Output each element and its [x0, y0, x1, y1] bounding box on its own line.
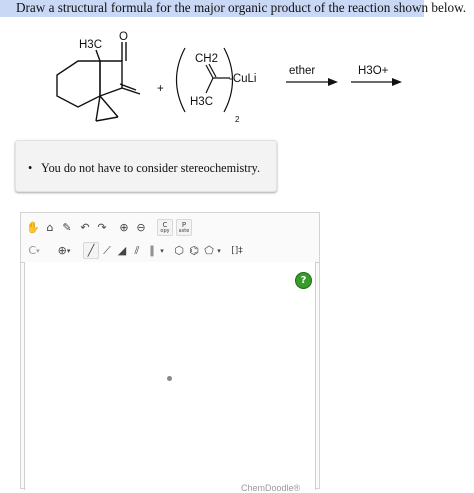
redo-icon[interactable]: ↷ [94, 219, 110, 236]
benzene-icon[interactable]: ⌬ [186, 242, 202, 259]
paste-sub-label: aste [178, 227, 190, 234]
undo-icon[interactable]: ↶ [77, 219, 93, 236]
cuprate-methyl-label: H3C [190, 96, 213, 108]
reaction-arrow-1 [286, 78, 338, 86]
ketone-oxygen-label: O [119, 31, 128, 43]
ketone-substrate [56, 42, 141, 122]
ring-menu-chevron-icon[interactable]: ▾ [214, 242, 224, 259]
reaction-scheme: H3C O + CH2 -CuLi H3C 2 ether H3O+ [56, 31, 402, 124]
editor-toolbar-top: ✋ ⌂ ✎ ↶ ↷ ⊕ ⊖ C opy P aste [21, 217, 319, 239]
brand-label: ChemDoodle® [241, 483, 301, 493]
wedge-bond-icon[interactable]: ⟋ [99, 242, 115, 259]
cyclohexane-icon[interactable]: ⬡ [171, 242, 187, 259]
step1-reagent-label: ether [289, 65, 315, 77]
paste-button[interactable]: P aste [176, 219, 192, 236]
lasso-icon[interactable]: ⌂ [42, 219, 58, 236]
eraser-icon[interactable]: ✎ [59, 219, 75, 236]
bond-menu-chevron-icon[interactable]: ▾ [157, 242, 167, 259]
chemdoodle-editor: ✋ ⌂ ✎ ↶ ↷ ⊕ ⊖ C opy P aste C ▾ ⊕ ▾ ╱ ⟋ ◢ ⫽… [20, 212, 320, 493]
reaction-arrow-2 [351, 78, 402, 86]
ketone-methyl-label: H3C [79, 39, 102, 51]
bracket-icon[interactable]: []‡ [228, 242, 246, 259]
charge-menu-button[interactable]: ⊕ ▾ [53, 242, 75, 259]
bullet: • [28, 161, 33, 175]
plus-sign: + [157, 83, 164, 95]
canvas-center-dot [167, 376, 172, 381]
hand-icon[interactable]: ✋ [25, 219, 41, 236]
single-bond-icon[interactable]: ╱ [83, 242, 99, 259]
atom-menu-button[interactable]: C ▾ [23, 242, 45, 259]
instruction-box: • You do not have to consider stereochem… [15, 140, 277, 192]
copy-sub-label: opy [160, 227, 170, 234]
help-icon[interactable]: ? [295, 272, 312, 289]
cuprate-vinyl-label: CH2 [195, 53, 218, 65]
atom-label: C [28, 244, 37, 257]
copy-button[interactable]: C opy [157, 219, 173, 236]
hash-bond-icon[interactable]: ⫽ [129, 242, 145, 259]
instruction-text: You do not have to consider stereochemis… [41, 161, 260, 175]
editor-toolbar-bottom: C ▾ ⊕ ▾ ╱ ⟋ ◢ ⫽ ∥ ▾ ⬡ ⌬ ⬠ ▾ []‡ [21, 240, 319, 263]
cuprate-metal-label: -CuLi [229, 73, 256, 85]
cuprate-count-label: 2 [235, 115, 240, 124]
charge-icon: ⊕ [57, 244, 67, 257]
zoom-out-icon[interactable]: ⊖ [133, 219, 149, 236]
step2-reagent-label: H3O+ [358, 65, 389, 77]
instruction-item: • You do not have to consider stereochem… [28, 161, 260, 176]
drawing-canvas[interactable]: ? [24, 262, 316, 490]
zoom-in-icon[interactable]: ⊕ [116, 219, 132, 236]
bold-wedge-icon[interactable]: ◢ [114, 242, 130, 259]
